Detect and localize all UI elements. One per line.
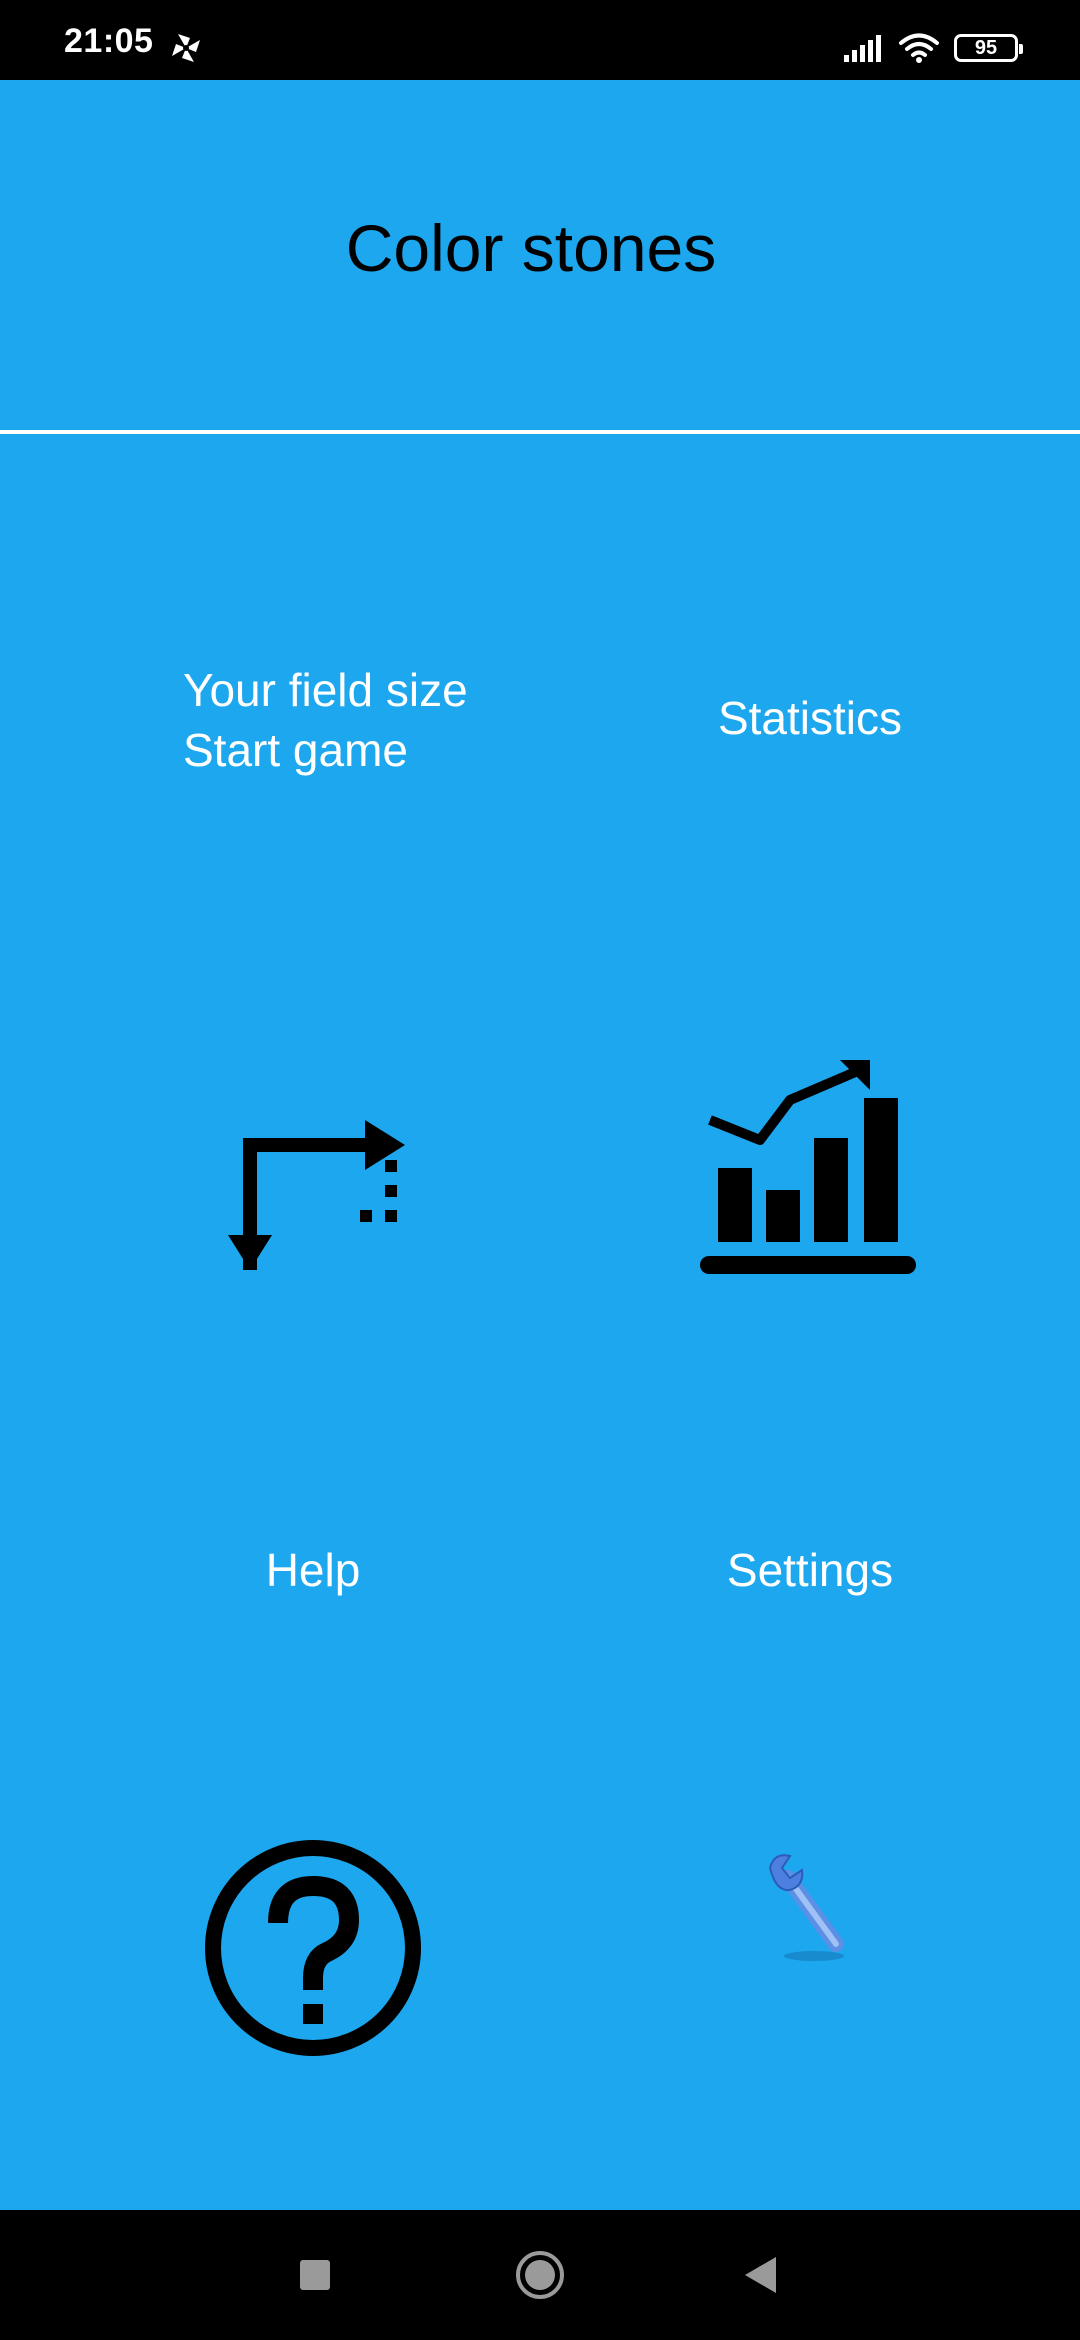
bar-chart-trend-icon[interactable]: [700, 1060, 920, 1280]
app-area: Color stones Your field size Start game …: [0, 80, 1080, 2210]
back-button[interactable]: [720, 2210, 800, 2340]
field-size-start-button[interactable]: Your field size Start game: [183, 660, 468, 780]
resize-arrows-icon[interactable]: [220, 1065, 425, 1275]
statistics-button[interactable]: Statistics: [630, 688, 990, 748]
status-icons: 95: [842, 28, 1023, 68]
screen: 21:05 95 Color stones Your field size St…: [0, 0, 1080, 2340]
field-size-label: Your field size: [183, 664, 468, 716]
recent-apps-button[interactable]: [275, 2210, 355, 2340]
wrench-icon[interactable]: [748, 1848, 868, 1968]
battery-icon: 95: [954, 34, 1023, 62]
settings-button[interactable]: Settings: [630, 1540, 990, 1600]
square-icon: [300, 2260, 330, 2290]
triangle-back-icon: [745, 2257, 776, 2293]
wifi-icon: [899, 33, 939, 63]
help-button[interactable]: Help: [163, 1540, 463, 1600]
app-title: Color stones: [345, 211, 717, 285]
signal-icon: [844, 35, 881, 62]
battery-level: 95: [974, 36, 998, 59]
status-time: 21:05: [64, 22, 154, 60]
navigation-bar: [0, 2210, 1080, 2340]
header-divider: [0, 430, 1080, 434]
start-game-label: Start game: [183, 724, 408, 776]
home-button[interactable]: [500, 2210, 580, 2340]
status-bar: 21:05 95: [0, 0, 1080, 80]
circle-icon: [516, 2251, 564, 2299]
question-circle-icon[interactable]: [203, 1838, 423, 2058]
pinwheel-icon: [172, 34, 200, 62]
